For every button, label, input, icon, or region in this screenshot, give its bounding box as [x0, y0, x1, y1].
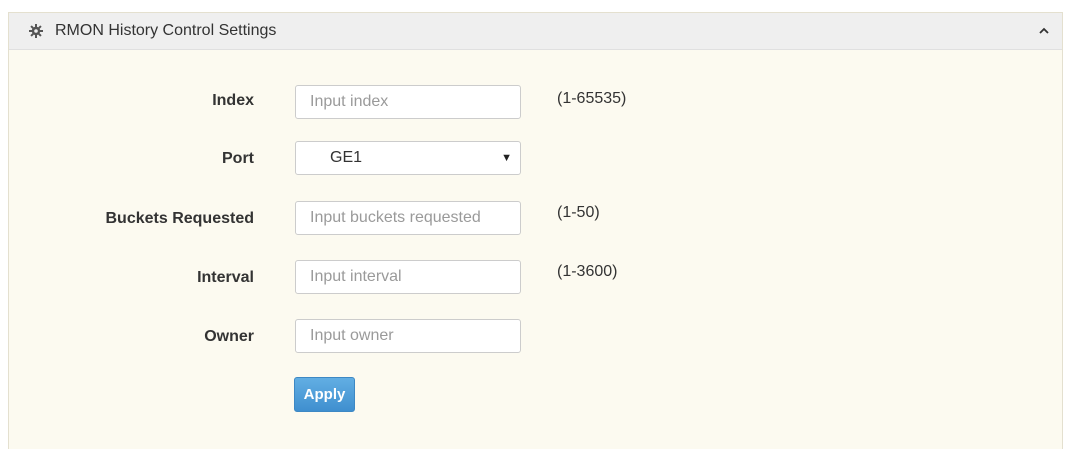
port-label: Port — [222, 150, 254, 167]
index-input[interactable] — [295, 85, 521, 119]
dropdown-arrow-icon: ▼ — [501, 152, 512, 164]
buckets-range-hint: (1-50) — [557, 204, 600, 221]
rmon-history-control-panel: RMON History Control Settings Index (1-6… — [8, 12, 1063, 449]
gear-icon — [29, 24, 43, 38]
buckets-label: Buckets Requested — [105, 210, 255, 227]
apply-button[interactable]: Apply — [294, 377, 355, 412]
owner-label: Owner — [204, 328, 254, 345]
panel-header: RMON History Control Settings — [9, 13, 1062, 50]
index-range-hint: (1-65535) — [557, 90, 627, 107]
panel-title: RMON History Control Settings — [55, 22, 277, 39]
port-select[interactable]: GE1 ▼ — [295, 141, 521, 175]
chevron-up-icon[interactable] — [1038, 25, 1050, 37]
interval-range-hint: (1-3600) — [557, 263, 618, 280]
owner-input[interactable] — [295, 319, 521, 353]
interval-input[interactable] — [295, 260, 521, 294]
buckets-input[interactable] — [295, 201, 521, 235]
interval-label: Interval — [197, 269, 254, 286]
port-selected-value: GE1 — [330, 149, 363, 166]
index-label: Index — [212, 92, 254, 109]
